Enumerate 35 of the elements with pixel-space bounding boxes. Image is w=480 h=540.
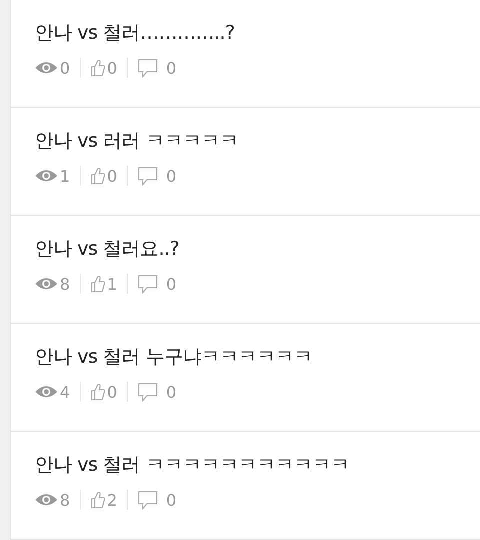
thumbs-up-icon [91,383,106,401]
eye-icon [35,277,58,291]
eye-icon [35,61,58,75]
like-count: 0 [107,382,118,402]
comment-count: 0 [166,58,177,78]
post-title[interactable]: 안나 vs 러러 ㅋㅋㅋㅋㅋ [35,128,238,154]
comment-count: 0 [166,166,177,186]
comment-icon [138,382,158,402]
comment-icon [138,274,158,294]
comment-count: 0 [166,490,177,510]
post-title[interactable]: 안나 vs 철러요..? [35,236,180,262]
thumbs-up-icon [91,59,106,77]
thumbs-up-icon [91,491,106,509]
comment-count: 0 [166,382,177,402]
view-count: 4 [60,382,70,402]
eye-icon [35,169,58,183]
view-count: 1 [60,166,70,186]
eye-icon [35,385,58,399]
comment-count: 0 [166,274,177,294]
thumbs-up-icon [91,167,106,185]
post-title[interactable]: 안나 vs 철러 누구냐ㅋㅋㅋㅋㅋㅋ [35,344,312,370]
eye-icon [35,493,58,507]
comment-icon [138,58,158,78]
view-count: 8 [60,490,70,510]
comment-icon [138,166,158,186]
view-count: 0 [60,58,70,78]
like-count: 0 [107,166,118,186]
like-count: 0 [107,58,118,78]
post-title[interactable]: 안나 vs 철러…………..? [35,20,235,46]
like-count: 2 [107,490,118,510]
thumbs-up-icon [91,275,106,293]
view-count: 8 [60,274,70,294]
like-count: 1 [107,274,118,294]
comment-icon [138,490,158,510]
post-title[interactable]: 안나 vs 철러 ㅋㅋㅋㅋㅋㅋㅋㅋㅋㅋㅋ [35,452,350,478]
